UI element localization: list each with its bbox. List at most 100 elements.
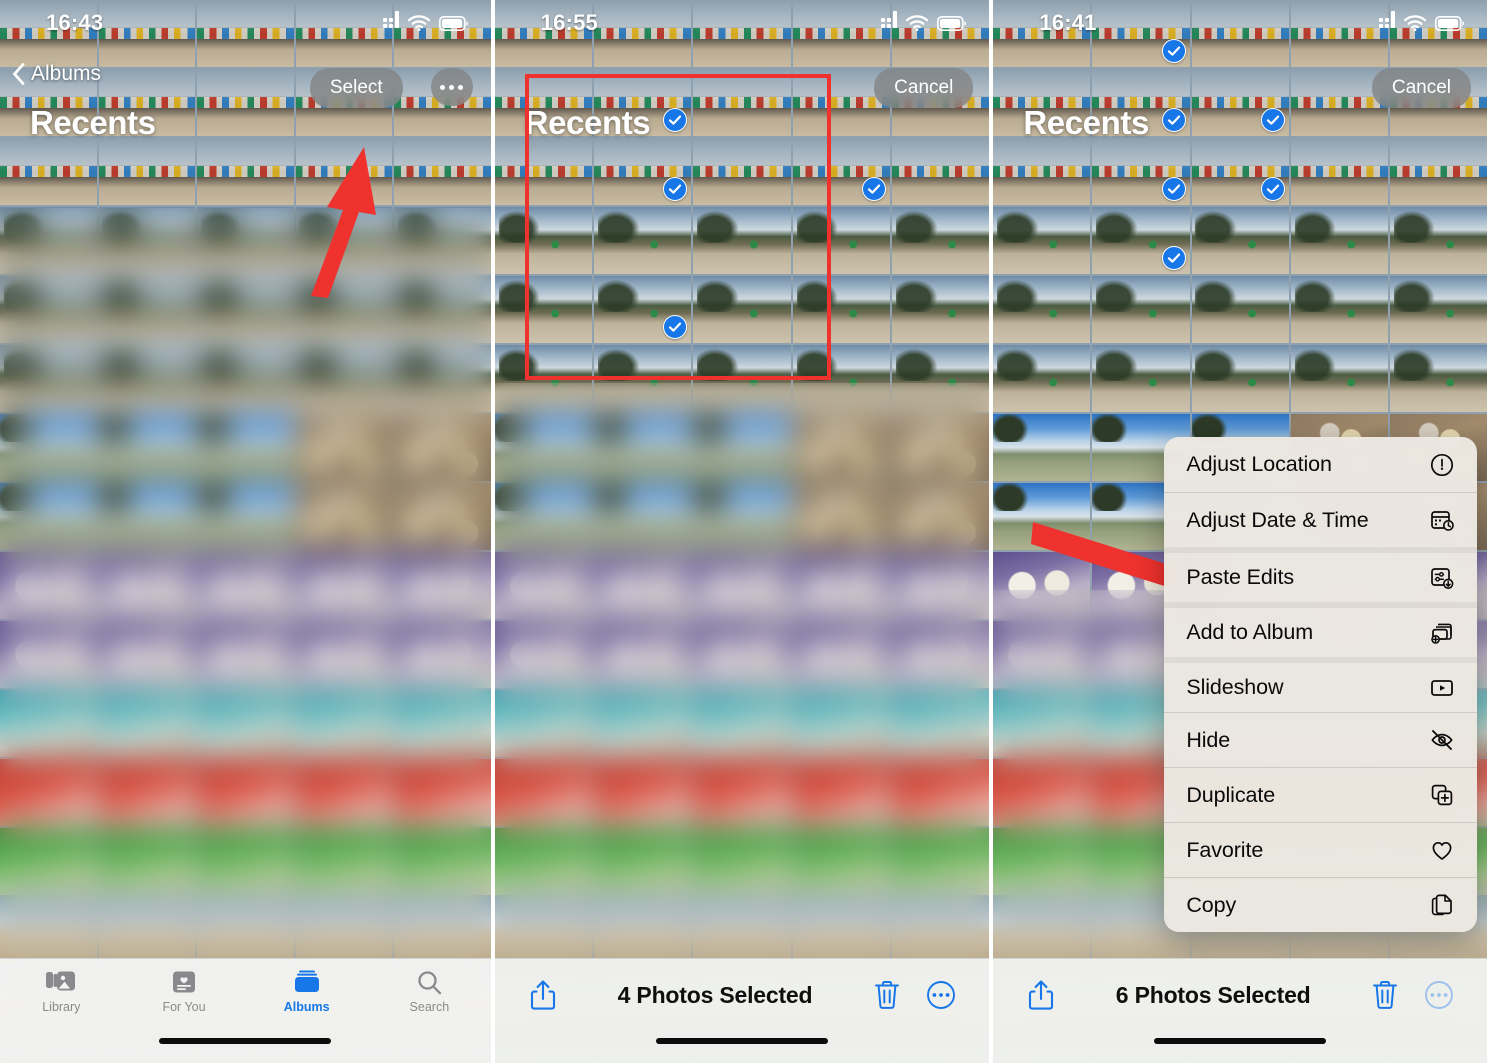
- photo-thumbnail[interactable]: [891, 759, 990, 826]
- photo-thumbnail[interactable]: [891, 483, 990, 550]
- photo-thumbnail[interactable]: [295, 690, 393, 757]
- photo-thumbnail[interactable]: [394, 759, 491, 826]
- tab-bar[interactable]: Library For You Albums Search: [0, 958, 491, 1063]
- photo-thumbnail[interactable]: [295, 483, 393, 550]
- photo-thumbnail[interactable]: [494, 276, 592, 343]
- photo-thumbnail[interactable]: [693, 828, 791, 895]
- photo-thumbnail[interactable]: [1389, 276, 1487, 343]
- photo-thumbnail[interactable]: [197, 828, 294, 895]
- photo-thumbnail[interactable]: [594, 621, 692, 688]
- selection-toolbar[interactable]: 6 Photos Selected: [993, 958, 1487, 1063]
- photo-thumbnail[interactable]: [594, 828, 692, 895]
- photo-thumbnail[interactable]: [891, 897, 990, 964]
- photo-thumbnail[interactable]: [594, 345, 692, 412]
- photo-thumbnail[interactable]: [792, 690, 890, 757]
- photo-thumbnail[interactable]: [394, 276, 491, 343]
- photo-thumbnail[interactable]: [394, 690, 491, 757]
- photo-thumbnail[interactable]: [0, 276, 97, 343]
- photo-thumbnail[interactable]: [1389, 207, 1487, 274]
- photo-thumbnail[interactable]: [993, 345, 1091, 412]
- photo-thumbnail[interactable]: [197, 552, 294, 619]
- photo-thumbnail[interactable]: [494, 483, 592, 550]
- photo-thumbnail[interactable]: [394, 897, 491, 964]
- photo-thumbnail[interactable]: [197, 690, 294, 757]
- cancel-button[interactable]: Cancel: [1371, 68, 1471, 108]
- photo-thumbnail[interactable]: [792, 345, 890, 412]
- photo-thumbnail[interactable]: [0, 690, 97, 757]
- photo-thumbnail[interactable]: [98, 483, 196, 550]
- photo-thumbnail[interactable]: [197, 621, 294, 688]
- selected-checkmark-icon[interactable]: [1260, 177, 1285, 201]
- photo-thumbnail[interactable]: [295, 414, 393, 481]
- photo-thumbnail[interactable]: [891, 207, 990, 274]
- photo-thumbnail[interactable]: [1191, 207, 1289, 274]
- photo-thumbnail[interactable]: [0, 345, 97, 412]
- photo-thumbnail[interactable]: [0, 828, 97, 895]
- photo-thumbnail[interactable]: [1092, 276, 1190, 343]
- photo-thumbnail[interactable]: [197, 414, 294, 481]
- photo-thumbnail[interactable]: [693, 690, 791, 757]
- photo-thumbnail[interactable]: [295, 897, 393, 964]
- photo-thumbnail[interactable]: [295, 759, 393, 826]
- share-icon[interactable]: [523, 975, 563, 1015]
- menu-item-favorite[interactable]: Favorite: [1164, 822, 1478, 877]
- photo-thumbnail[interactable]: [197, 207, 294, 274]
- photo-thumbnail[interactable]: [494, 552, 592, 619]
- photo-thumbnail[interactable]: [197, 345, 294, 412]
- photo-thumbnail[interactable]: [295, 828, 393, 895]
- photo-thumbnail[interactable]: [1191, 345, 1289, 412]
- photo-thumbnail[interactable]: [0, 552, 97, 619]
- photo-thumbnail[interactable]: [693, 276, 791, 343]
- photo-thumbnail[interactable]: [993, 414, 1091, 481]
- photo-thumbnail[interactable]: [98, 207, 196, 274]
- photo-thumbnail[interactable]: [98, 759, 196, 826]
- photo-thumbnail[interactable]: [494, 621, 592, 688]
- photo-thumbnail[interactable]: [0, 897, 97, 964]
- sidebar-item-library[interactable]: Library: [0, 969, 123, 1014]
- photo-thumbnail[interactable]: [1092, 345, 1190, 412]
- photo-thumbnail[interactable]: [394, 621, 491, 688]
- photo-thumbnail[interactable]: [394, 345, 491, 412]
- photo-thumbnail[interactable]: [792, 276, 890, 343]
- photo-thumbnail[interactable]: [792, 828, 890, 895]
- photo-thumbnail[interactable]: [98, 552, 196, 619]
- photo-thumbnail[interactable]: [993, 621, 1091, 688]
- cancel-button[interactable]: Cancel: [874, 68, 974, 108]
- photo-thumbnail[interactable]: [295, 552, 393, 619]
- trash-icon[interactable]: [867, 975, 907, 1015]
- photo-thumbnail[interactable]: [891, 690, 990, 757]
- photo-thumbnail[interactable]: [98, 828, 196, 895]
- photo-thumbnail[interactable]: [792, 483, 890, 550]
- photo-thumbnail[interactable]: [792, 414, 890, 481]
- photo-thumbnail[interactable]: [494, 690, 592, 757]
- photo-thumbnail[interactable]: [295, 621, 393, 688]
- photo-thumbnail[interactable]: [792, 897, 890, 964]
- photo-thumbnail[interactable]: [98, 897, 196, 964]
- photo-thumbnail[interactable]: [494, 207, 592, 274]
- photo-thumbnail[interactable]: [0, 759, 97, 826]
- photo-thumbnail[interactable]: [693, 621, 791, 688]
- photo-thumbnail[interactable]: [594, 414, 692, 481]
- photo-thumbnail[interactable]: [993, 690, 1091, 757]
- photo-thumbnail[interactable]: [494, 345, 592, 412]
- photo-thumbnail[interactable]: [693, 552, 791, 619]
- photo-thumbnail[interactable]: [394, 552, 491, 619]
- photo-thumbnail[interactable]: [594, 690, 692, 757]
- photo-thumbnail[interactable]: [693, 207, 791, 274]
- photo-thumbnail[interactable]: [693, 483, 791, 550]
- photo-thumbnail[interactable]: [1290, 207, 1388, 274]
- back-to-albums-button[interactable]: Albums: [12, 62, 101, 86]
- photo-thumbnail[interactable]: [295, 276, 393, 343]
- photo-thumbnail[interactable]: [1290, 276, 1388, 343]
- photo-thumbnail[interactable]: [1092, 207, 1190, 274]
- photo-thumbnail[interactable]: [98, 621, 196, 688]
- photo-thumbnail[interactable]: [693, 759, 791, 826]
- photo-thumbnail[interactable]: [993, 897, 1091, 964]
- menu-item-hide[interactable]: Hide: [1164, 712, 1478, 767]
- photo-thumbnail[interactable]: [295, 345, 393, 412]
- ellipsis-circle-icon[interactable]: [921, 975, 961, 1015]
- photo-thumbnail[interactable]: [494, 759, 592, 826]
- photo-thumbnail[interactable]: [394, 828, 491, 895]
- share-icon[interactable]: [1021, 975, 1061, 1015]
- photo-thumbnail[interactable]: [98, 345, 196, 412]
